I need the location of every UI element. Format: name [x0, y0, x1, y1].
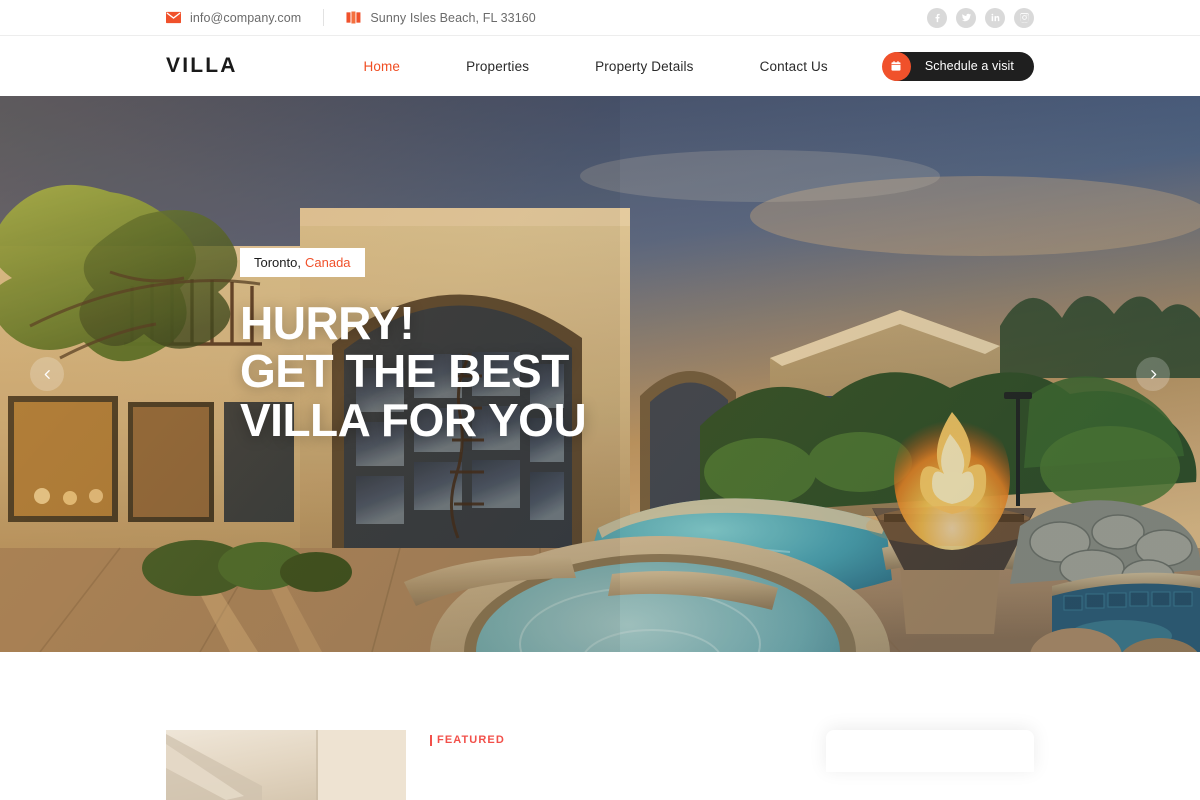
featured-section: FEATURED [0, 652, 1200, 800]
schedule-visit-button[interactable]: Schedule a visit [881, 51, 1034, 81]
topbar-contact-group: info@company.com Sunny Isles Beach, FL 3… [166, 9, 536, 26]
facebook-icon[interactable] [927, 7, 947, 28]
featured-tag-label: FEATURED [437, 734, 505, 746]
topbar-email-text: info@company.com [190, 10, 302, 25]
instagram-icon[interactable] [1014, 7, 1034, 28]
nav-link-contact-us[interactable]: Contact Us [727, 59, 861, 74]
hero-location-country: Canada [304, 255, 351, 270]
featured-row: FEATURED [166, 652, 1034, 800]
topbar-address[interactable]: Sunny Isles Beach, FL 33160 [346, 10, 536, 25]
twitter-icon[interactable] [956, 7, 976, 28]
schedule-visit-label: Schedule a visit [924, 59, 1014, 73]
map-icon [346, 10, 361, 25]
calendar-icon [881, 51, 911, 81]
social-links [927, 7, 1034, 28]
hero-location-badge: Toronto, Canada [240, 248, 365, 277]
nav-link-properties[interactable]: Properties [433, 59, 562, 74]
chevron-left-icon [44, 369, 50, 379]
site-logo[interactable]: VILLA [166, 54, 238, 78]
top-utility-bar: info@company.com Sunny Isles Beach, FL 3… [0, 0, 1200, 36]
chevron-right-icon [1150, 369, 1156, 379]
topbar-address-text: Sunny Isles Beach, FL 33160 [370, 10, 536, 25]
nav-link-property-details[interactable]: Property Details [562, 59, 726, 74]
featured-text-block: FEATURED [430, 730, 505, 746]
carousel-prev-button[interactable] [30, 357, 64, 391]
topbar-email[interactable]: info@company.com [166, 10, 301, 25]
hero-title-line-2: GET THE BEST [240, 345, 569, 398]
nav-link-home[interactable]: Home [330, 59, 433, 74]
carousel-next-button[interactable] [1136, 357, 1170, 391]
featured-tag-bar [430, 734, 432, 746]
linkedin-icon[interactable] [985, 7, 1005, 28]
featured-side-card[interactable] [826, 730, 1034, 772]
hero-background-image [0, 96, 1200, 652]
featured-tag: FEATURED [430, 734, 505, 746]
hero-title-line-3: VILLA FOR YOU [240, 393, 587, 446]
envelope-icon [166, 10, 181, 25]
hero-carousel: Toronto, Canada HURRY! GET THE BEST VILL… [0, 96, 1200, 652]
hero-location-city: Toronto, [254, 255, 301, 270]
nav-links: Home Properties Property Details Contact… [330, 51, 1034, 81]
hero-content: Toronto, Canada HURRY! GET THE BEST VILL… [240, 248, 587, 446]
hero-title: HURRY! GET THE BEST VILLA FOR YOU [240, 297, 587, 446]
featured-property-image[interactable] [166, 730, 406, 800]
main-navigation: VILLA Home Properties Property Details C… [0, 36, 1200, 96]
topbar-divider [323, 9, 325, 26]
hero-title-line-1: HURRY! [240, 297, 415, 349]
